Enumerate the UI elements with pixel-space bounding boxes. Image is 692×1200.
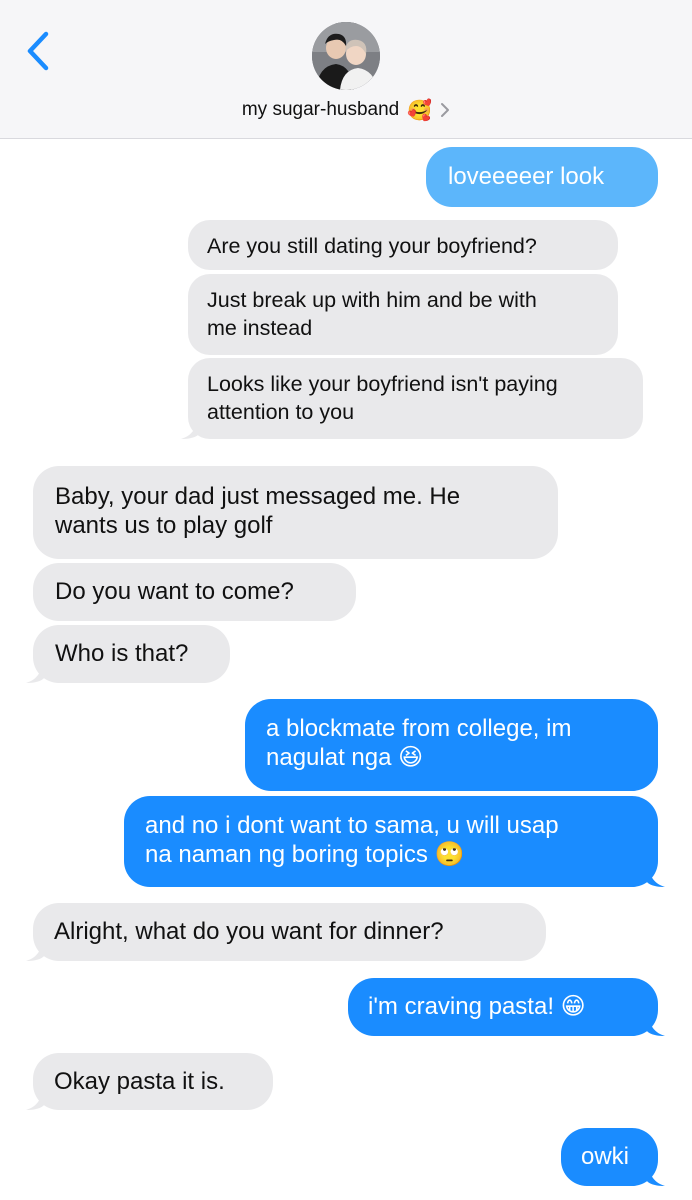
avatar-photo (312, 22, 380, 90)
conversation-header: my sugar-husband 🥰 (0, 0, 692, 139)
bubble-tail (26, 1088, 46, 1110)
contact-details-link[interactable]: my sugar-husband 🥰 (0, 96, 692, 124)
contact-avatar[interactable] (312, 22, 380, 90)
message-bubble-incoming[interactable]: Are you still dating your boyfriend? (188, 220, 618, 270)
chevron-right-icon (441, 103, 450, 117)
message-text-line: Baby, your dad just messaged me. He (55, 483, 461, 510)
message-text: Are you still dating your boyfriend? (207, 234, 537, 258)
message-bubble-incoming[interactable]: Alright, what do you want for dinner? (26, 903, 546, 961)
message-bubble-outgoing[interactable]: loveeeeer look (426, 147, 658, 207)
message-bubble-incoming[interactable]: Looks like your boyfriend isn't paying a… (181, 358, 643, 439)
message-text-line: a blockmate from college, im (266, 715, 572, 742)
smiling-hearts-emoji: 🥰 (407, 98, 433, 122)
message-bubble-outgoing[interactable]: a blockmate from college, im nagulat nga… (245, 699, 658, 791)
message-text-line: Just break up with him and be with (207, 288, 537, 312)
message-text: loveeeeer look (448, 163, 605, 190)
message-text: i'm craving pasta! 😁 (368, 993, 586, 1020)
message-bubble-incoming[interactable]: Just break up with him and be with me in… (188, 274, 618, 355)
message-text: Okay pasta it is. (54, 1068, 225, 1095)
contact-name: my sugar-husband (241, 99, 400, 120)
message-bubble-outgoing[interactable]: owki (561, 1128, 665, 1186)
message-text-line: na naman ng boring topics 🙄 (145, 841, 465, 868)
message-text-line: Looks like your boyfriend isn't paying (207, 372, 558, 396)
bubble-tail (645, 865, 665, 887)
message-bubble-incoming[interactable]: Do you want to come? (33, 563, 356, 621)
message-text-line: me instead (207, 316, 313, 340)
bubble-tail (645, 1164, 665, 1186)
message-text-line: and no i dont want to sama, u will usap (145, 812, 559, 839)
message-text-line: nagulat nga 😆 (266, 744, 424, 771)
bubble-tail (645, 1014, 665, 1036)
message-bubble-incoming[interactable]: Okay pasta it is. (26, 1053, 273, 1110)
message-text-line: attention to you (207, 400, 355, 424)
message-text: Alright, what do you want for dinner? (54, 918, 444, 945)
message-bubble-outgoing[interactable]: i'm craving pasta! 😁 (348, 978, 665, 1036)
message-text: Do you want to come? (55, 578, 294, 605)
bubble-tail (26, 661, 46, 683)
message-text: Who is that? (55, 640, 189, 667)
back-button[interactable] (24, 30, 52, 72)
message-bubble-incoming[interactable]: Baby, your dad just messaged me. He want… (33, 466, 558, 559)
chevron-left-icon (27, 31, 49, 71)
message-text-line: wants us to play golf (55, 512, 273, 539)
message-bubble-outgoing[interactable]: and no i dont want to sama, u will usap … (124, 796, 665, 887)
bubble-tail (26, 939, 46, 961)
message-bubble-incoming[interactable]: Who is that? (26, 625, 230, 683)
bubble-tail (181, 417, 201, 439)
